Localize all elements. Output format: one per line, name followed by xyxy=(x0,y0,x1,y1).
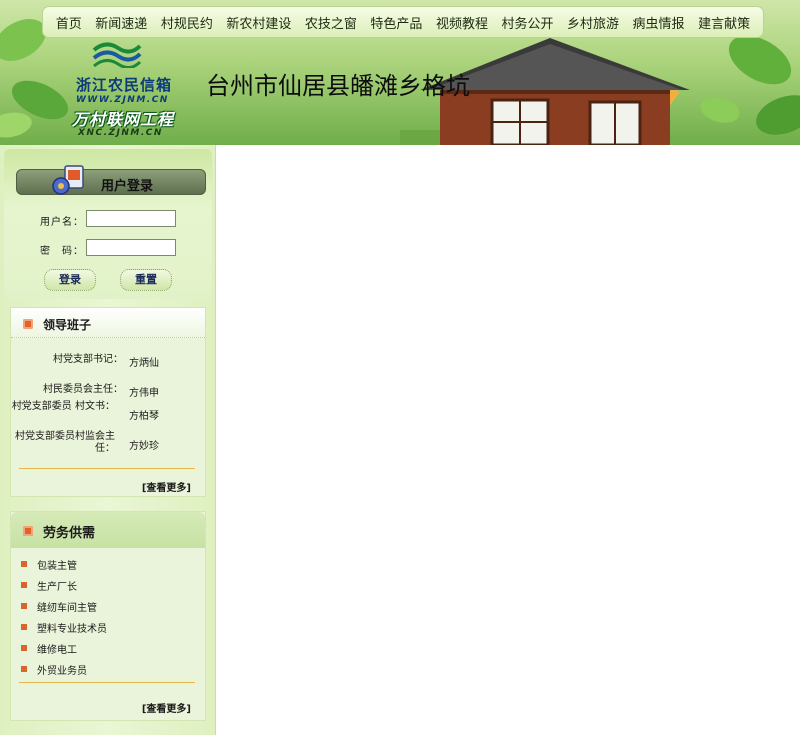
site-header: 首页 新闻速递 村规民约 新农村建设 农技之窗 特色产品 视频教程 村务公开 乡… xyxy=(0,0,800,145)
list-item-label: 外贸业务员 xyxy=(37,665,87,677)
nav-rural-tourism[interactable]: 乡村旅游 xyxy=(567,13,619,32)
password-label: 密 码： xyxy=(40,246,84,257)
nav-village-affairs[interactable]: 村务公开 xyxy=(501,13,553,32)
reset-button[interactable]: 重置 xyxy=(120,269,172,291)
bullet-icon xyxy=(21,582,27,588)
leader-role: 村民委员会主任： xyxy=(43,384,123,395)
site-logo[interactable]: 浙江农民信箱 WWW.ZJNM.CN 万村联网工程 XNC.ZJNM.CN xyxy=(62,40,175,140)
bullet-icon xyxy=(21,624,27,630)
nav-pest-reports[interactable]: 病虫情报 xyxy=(633,13,685,32)
divider xyxy=(19,468,195,469)
nav-video-tutorials[interactable]: 视频教程 xyxy=(436,13,488,32)
divider xyxy=(19,682,195,683)
bullet-icon xyxy=(21,666,27,672)
list-item-label: 维修电工 xyxy=(37,644,77,656)
logo-url-primary: WWW.ZJNM.CN xyxy=(76,95,169,105)
logo-text-secondary: 万村联网工程 xyxy=(72,110,175,129)
list-item[interactable]: 维修电工 xyxy=(21,641,77,656)
page-title: 台州市仙居县皤滩乡格坑 xyxy=(206,72,470,100)
leader-role: 村党支部委员 村文书： xyxy=(11,401,115,412)
nav-home[interactable]: 首页 xyxy=(56,13,82,32)
leaders-panel: 领导班子 村党支部书记： 方炳仙 村民委员会主任： 方伟申 村党支部委员 村文书… xyxy=(10,307,206,497)
section-bullet-icon xyxy=(23,526,33,536)
leader-name: 方柏琴 xyxy=(129,411,159,422)
jobs-more-link[interactable]: [查看更多] xyxy=(142,700,191,715)
leader-name: 方炳仙 xyxy=(129,358,159,369)
list-item[interactable]: 生产厂长 xyxy=(21,578,77,593)
list-item-label: 缝纫车间主管 xyxy=(37,602,97,614)
leader-name: 方伟申 xyxy=(129,388,159,399)
user-login-icon xyxy=(52,165,84,195)
leaders-more-link[interactable]: [查看更多] xyxy=(142,479,191,494)
list-item[interactable]: 外贸业务员 xyxy=(21,662,87,677)
leaders-panel-header: 领导班子 xyxy=(11,308,205,338)
leader-name: 方妙珍 xyxy=(129,441,159,452)
login-panel: 用户登录 用户名： 密 码： 登录 重置 xyxy=(4,149,212,299)
leader-role: 村党支部委员村监会主任： xyxy=(15,431,115,454)
list-item-label: 生产厂长 xyxy=(37,581,77,593)
bullet-icon xyxy=(21,561,27,567)
nav-agri-tech[interactable]: 农技之窗 xyxy=(305,13,357,32)
list-item[interactable]: 塑料专业技术员 xyxy=(21,620,107,635)
login-title: 用户登录 xyxy=(101,179,154,194)
left-sidebar: 用户登录 用户名： 密 码： 登录 重置 领导班子 村党支部书记： 方炳仙 村民… xyxy=(0,145,216,735)
password-input[interactable] xyxy=(86,239,176,256)
logo-wave-icon xyxy=(92,42,142,68)
list-item-label: 塑料专业技术员 xyxy=(37,623,107,635)
leaders-panel-title: 领导班子 xyxy=(43,318,92,332)
nav-village-rules[interactable]: 村规民约 xyxy=(161,13,213,32)
username-label: 用户名： xyxy=(40,217,84,228)
list-item[interactable]: 缝纫车间主管 xyxy=(21,599,97,614)
leader-role: 村党支部书记： xyxy=(53,354,123,365)
bullet-icon xyxy=(21,603,27,609)
nav-suggestions[interactable]: 建言献策 xyxy=(698,13,750,32)
username-input[interactable] xyxy=(86,210,176,227)
main-nav: 首页 新闻速递 村规民约 新农村建设 农技之窗 特色产品 视频教程 村务公开 乡… xyxy=(42,6,764,38)
logo-url-secondary: XNC.ZJNM.CN xyxy=(78,128,163,138)
nav-specialty-products[interactable]: 特色产品 xyxy=(370,13,422,32)
nav-new-countryside[interactable]: 新农村建设 xyxy=(226,13,291,32)
list-item-label: 包装主管 xyxy=(37,560,77,572)
jobs-panel: 劳务供需 包装主管 生产厂长 缝纫车间主管 塑料专业技术员 维修电工 外贸业务员… xyxy=(10,511,206,721)
jobs-panel-header: 劳务供需 xyxy=(11,512,205,548)
login-button[interactable]: 登录 xyxy=(44,269,96,291)
jobs-panel-title: 劳务供需 xyxy=(43,526,96,541)
login-header: 用户登录 xyxy=(16,165,206,195)
bullet-icon xyxy=(21,645,27,651)
nav-news[interactable]: 新闻速递 xyxy=(95,13,147,32)
section-bullet-icon xyxy=(23,319,33,329)
list-item[interactable]: 包装主管 xyxy=(21,557,77,572)
logo-text-primary: 浙江农民信箱 xyxy=(76,76,173,94)
